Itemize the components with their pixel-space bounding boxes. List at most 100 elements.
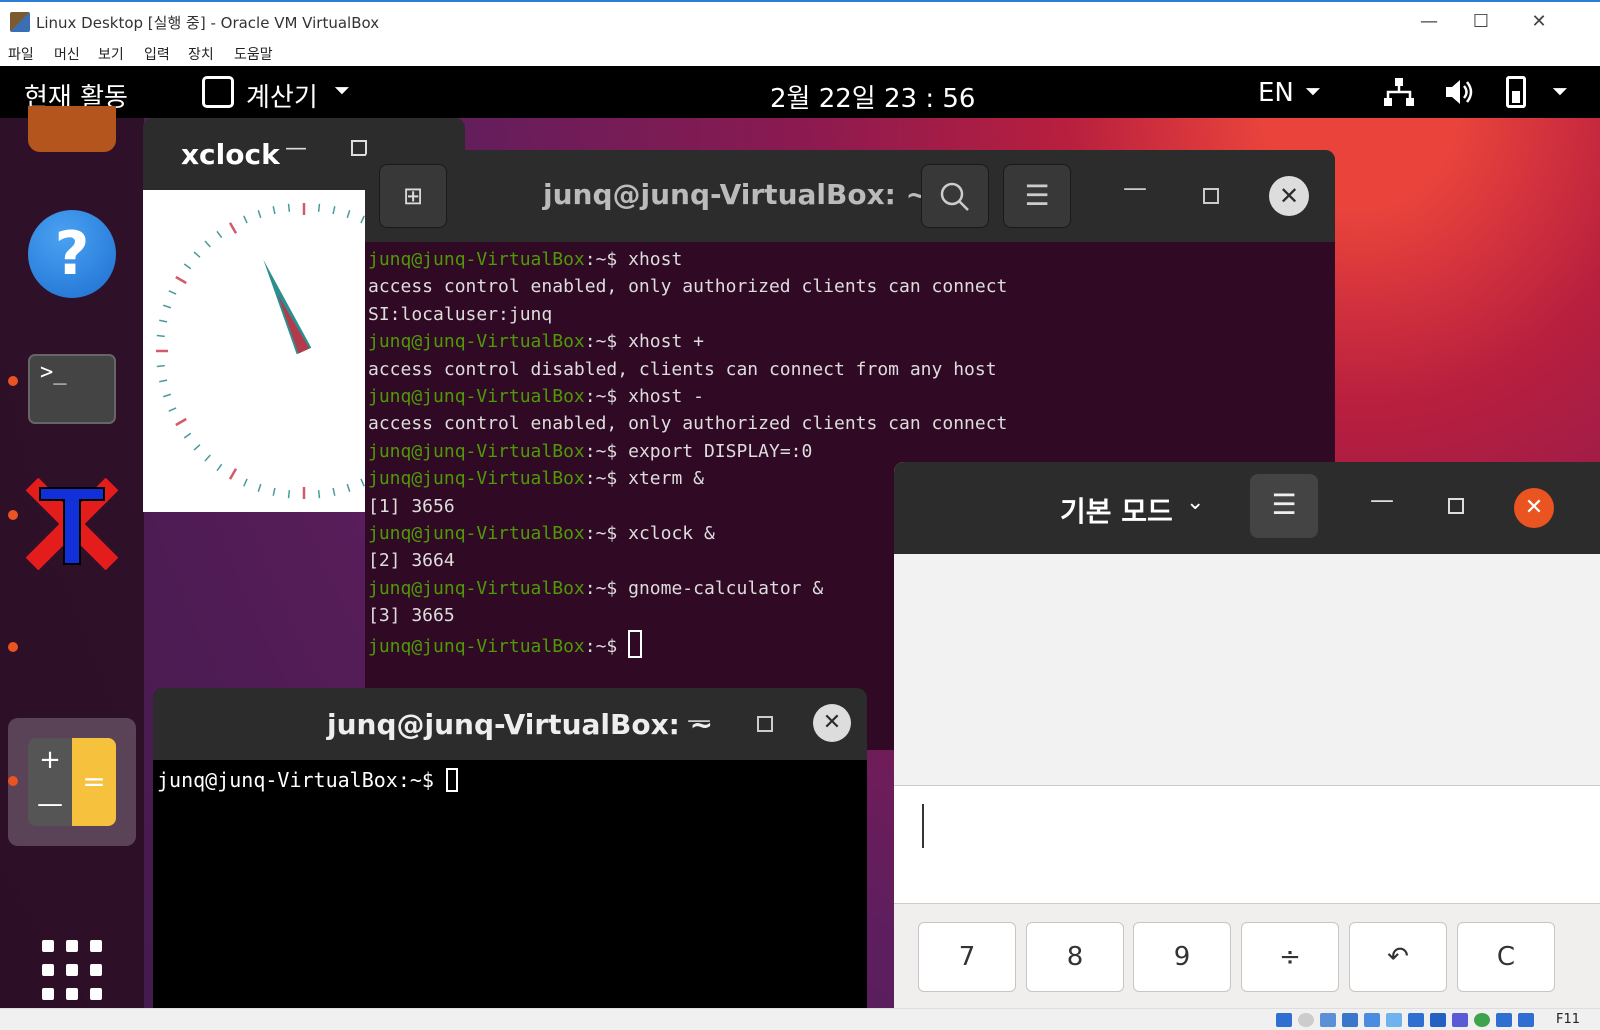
menu-view[interactable]: 보기	[98, 44, 124, 64]
mode-selector[interactable]: 기본 모드	[1060, 490, 1173, 530]
maximize-button[interactable]	[757, 716, 773, 732]
shell-prompt: junq@junq-VirtualBox	[368, 523, 585, 545]
clock-tick	[243, 478, 248, 487]
terminal-icon[interactable]: >_	[28, 354, 116, 424]
command-text: xhost +	[628, 331, 704, 353]
audio-icon[interactable]	[1320, 1013, 1336, 1027]
terminal-line: access control disabled, clients can con…	[368, 356, 1328, 383]
app-menu-label[interactable]: 계산기	[246, 77, 318, 114]
new-tab-button[interactable]: ⊞	[379, 164, 447, 228]
expression-input[interactable]	[894, 786, 1600, 904]
calculator-window[interactable]: 기본 모드 ⌄ ☰ — ✕ 7 8 9 ÷ ↶ C	[894, 462, 1600, 1008]
prompt-suffix: :~$	[584, 331, 629, 353]
clock-tick	[159, 319, 168, 323]
xterm-icon[interactable]	[25, 477, 119, 571]
key-9[interactable]: 9	[1133, 922, 1231, 992]
clock-tick	[204, 240, 211, 248]
xterm-headerbar: junq@junq-VirtualBox: ~ — ✕	[153, 688, 867, 760]
volume-icon[interactable]	[1444, 78, 1474, 112]
virtualbox-menubar: 파일 머신 보기 입력 장치 도움말	[0, 40, 1600, 66]
caret-down-icon[interactable]: ⏷	[334, 78, 350, 102]
clock-tick	[317, 490, 321, 499]
clock-tick	[193, 444, 201, 451]
prompt-suffix: :~$	[584, 577, 629, 599]
minimize-button[interactable]: —	[687, 706, 711, 734]
menu-file[interactable]: 파일	[8, 44, 34, 64]
guest-desktop[interactable]: 현재 활동 계산기 ⏷ 2월 22일 23 : 56 EN ⏷ ⏷ ? >_ +…	[0, 66, 1600, 1008]
optical-drive-icon[interactable]	[1298, 1013, 1314, 1027]
hamburger-menu-button[interactable]: ☰	[1003, 164, 1071, 228]
menu-devices[interactable]: 장치	[188, 44, 214, 64]
clock-tick	[204, 454, 211, 462]
input-language[interactable]: EN	[1258, 78, 1294, 108]
clock-tick	[175, 275, 187, 285]
maximize-button[interactable]: ☐	[1458, 8, 1504, 36]
menu-machine[interactable]: 머신	[54, 44, 80, 64]
close-button[interactable]: ✕	[1516, 8, 1562, 36]
guest-additions-icon[interactable]	[1474, 1013, 1490, 1027]
menu-input[interactable]: 입력	[144, 44, 170, 64]
minimize-button[interactable]: —	[1406, 8, 1452, 36]
maximize-button[interactable]	[1448, 498, 1464, 514]
show-applications-icon[interactable]	[42, 940, 102, 1000]
calculation-history	[894, 554, 1600, 786]
key-7[interactable]: 7	[918, 922, 1016, 992]
command-output: [3] 3665	[368, 605, 455, 627]
menu-help[interactable]: 도움말	[234, 44, 273, 64]
battery-level	[1512, 91, 1520, 103]
minimize-button[interactable]: —	[1123, 174, 1147, 202]
mouse-integration-icon[interactable]	[1496, 1013, 1512, 1027]
key-divide[interactable]: ÷	[1241, 922, 1339, 992]
xterm-output[interactable]: junq@junq-VirtualBox:~$	[157, 768, 458, 792]
close-button[interactable]: ✕	[1269, 176, 1309, 216]
system-menu-caret-icon[interactable]: ⏷	[1552, 79, 1568, 103]
key-8[interactable]: 8	[1026, 922, 1124, 992]
network-icon[interactable]	[1384, 78, 1414, 112]
hard-disk-icon[interactable]	[1276, 1013, 1292, 1027]
minimize-button[interactable]: —	[1370, 486, 1394, 514]
usb-icon[interactable]	[1364, 1013, 1380, 1027]
clock-tick	[193, 251, 201, 258]
shell-prompt: junq@junq-VirtualBox	[368, 386, 585, 408]
terminal-line: SI:localuser:junq	[368, 301, 1328, 328]
software-center-icon[interactable]	[28, 106, 116, 152]
minimize-button[interactable]: —	[285, 136, 307, 161]
virtualbox-titlebar: Linux Desktop [실행 중] - Oracle VM Virtual…	[0, 0, 1600, 40]
calculator-icon[interactable]: + — =	[28, 738, 116, 826]
key-clear[interactable]: C	[1457, 922, 1555, 992]
shared-folders-icon[interactable]	[1386, 1013, 1402, 1027]
running-indicator	[8, 510, 18, 520]
keyboard-capture-icon[interactable]	[1518, 1013, 1534, 1027]
search-button[interactable]	[921, 164, 989, 228]
calculator-app-icon[interactable]	[202, 76, 234, 108]
clock-tick	[346, 210, 351, 219]
network-adapter-icon[interactable]	[1342, 1013, 1358, 1027]
clock-tick	[168, 290, 177, 295]
terminal-line: junq@junq-VirtualBox:~$ xhost	[368, 246, 1328, 273]
caret-down-icon[interactable]: ⏷	[1305, 79, 1321, 103]
clock-tick	[360, 215, 365, 224]
display-icon[interactable]	[1408, 1013, 1424, 1027]
command-text: xterm &	[628, 468, 704, 490]
xterm-window[interactable]: junq@junq-VirtualBox: ~ — ✕ junq@junq-Vi…	[153, 688, 867, 1008]
clock-tick	[287, 203, 291, 212]
equals-glyph: =	[72, 738, 116, 826]
battery-icon[interactable]	[1506, 76, 1526, 108]
clock-tick	[183, 263, 192, 270]
video-capture-icon[interactable]	[1430, 1013, 1446, 1027]
maximize-button[interactable]	[1203, 188, 1219, 204]
key-undo[interactable]: ↶	[1349, 922, 1447, 992]
clock-tick	[156, 334, 165, 338]
help-icon[interactable]: ?	[28, 210, 116, 298]
close-button[interactable]: ✕	[813, 704, 851, 742]
text-cursor	[445, 768, 458, 792]
command-text: xclock &	[628, 523, 715, 545]
clock-tick	[332, 206, 336, 215]
close-button[interactable]: ✕	[1514, 488, 1554, 528]
date-time-clock[interactable]: 2월 22일 23 : 56	[770, 78, 975, 115]
hamburger-menu-button[interactable]: ☰	[1250, 474, 1318, 538]
chevron-down-icon[interactable]: ⌄	[1186, 490, 1204, 515]
terminal-headerbar: ⊞ junq@junq-VirtualBox: ~ ☰ — ✕	[365, 150, 1335, 242]
virtualization-icon[interactable]	[1452, 1013, 1468, 1027]
calculator-headerbar: 기본 모드 ⌄ ☰ — ✕	[894, 462, 1600, 554]
